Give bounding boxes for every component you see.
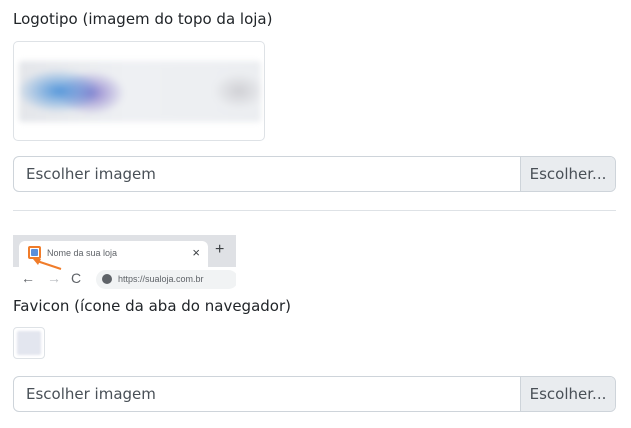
logo-preview (13, 41, 265, 141)
logo-file-input[interactable]: Escolher imagem Escolher... (13, 156, 616, 192)
favicon-browse-button[interactable]: Escolher... (520, 377, 615, 411)
favicon-file-input[interactable]: Escolher imagem Escolher... (13, 376, 616, 412)
pointer-arrow-icon (33, 259, 62, 270)
store-images-form: Logotipo (imagem do topo da loja) Escolh… (0, 0, 631, 428)
back-arrow-icon: ← (21, 270, 35, 286)
logo-browse-button[interactable]: Escolher... (520, 157, 615, 191)
close-icon: × (192, 245, 200, 260)
new-tab-icon: + (215, 241, 225, 258)
favicon-image (17, 331, 41, 355)
info-icon (102, 274, 112, 284)
address-bar-url: https://sualoja.com.br (118, 274, 204, 284)
favicon-file-placeholder: Escolher imagem (26, 385, 156, 403)
logo-file-placeholder: Escolher imagem (26, 165, 156, 183)
logo-image (19, 61, 261, 122)
section-divider (13, 210, 616, 211)
logo-label: Logotipo (imagem do topo da loja) (13, 10, 273, 28)
favicon-preview (13, 327, 45, 359)
address-bar: https://sualoja.com.br (96, 270, 236, 289)
forward-arrow-icon: → (47, 270, 61, 286)
favicon-label: Favicon (ícone da aba do navegador) (13, 297, 291, 315)
reload-icon: C (71, 270, 82, 286)
